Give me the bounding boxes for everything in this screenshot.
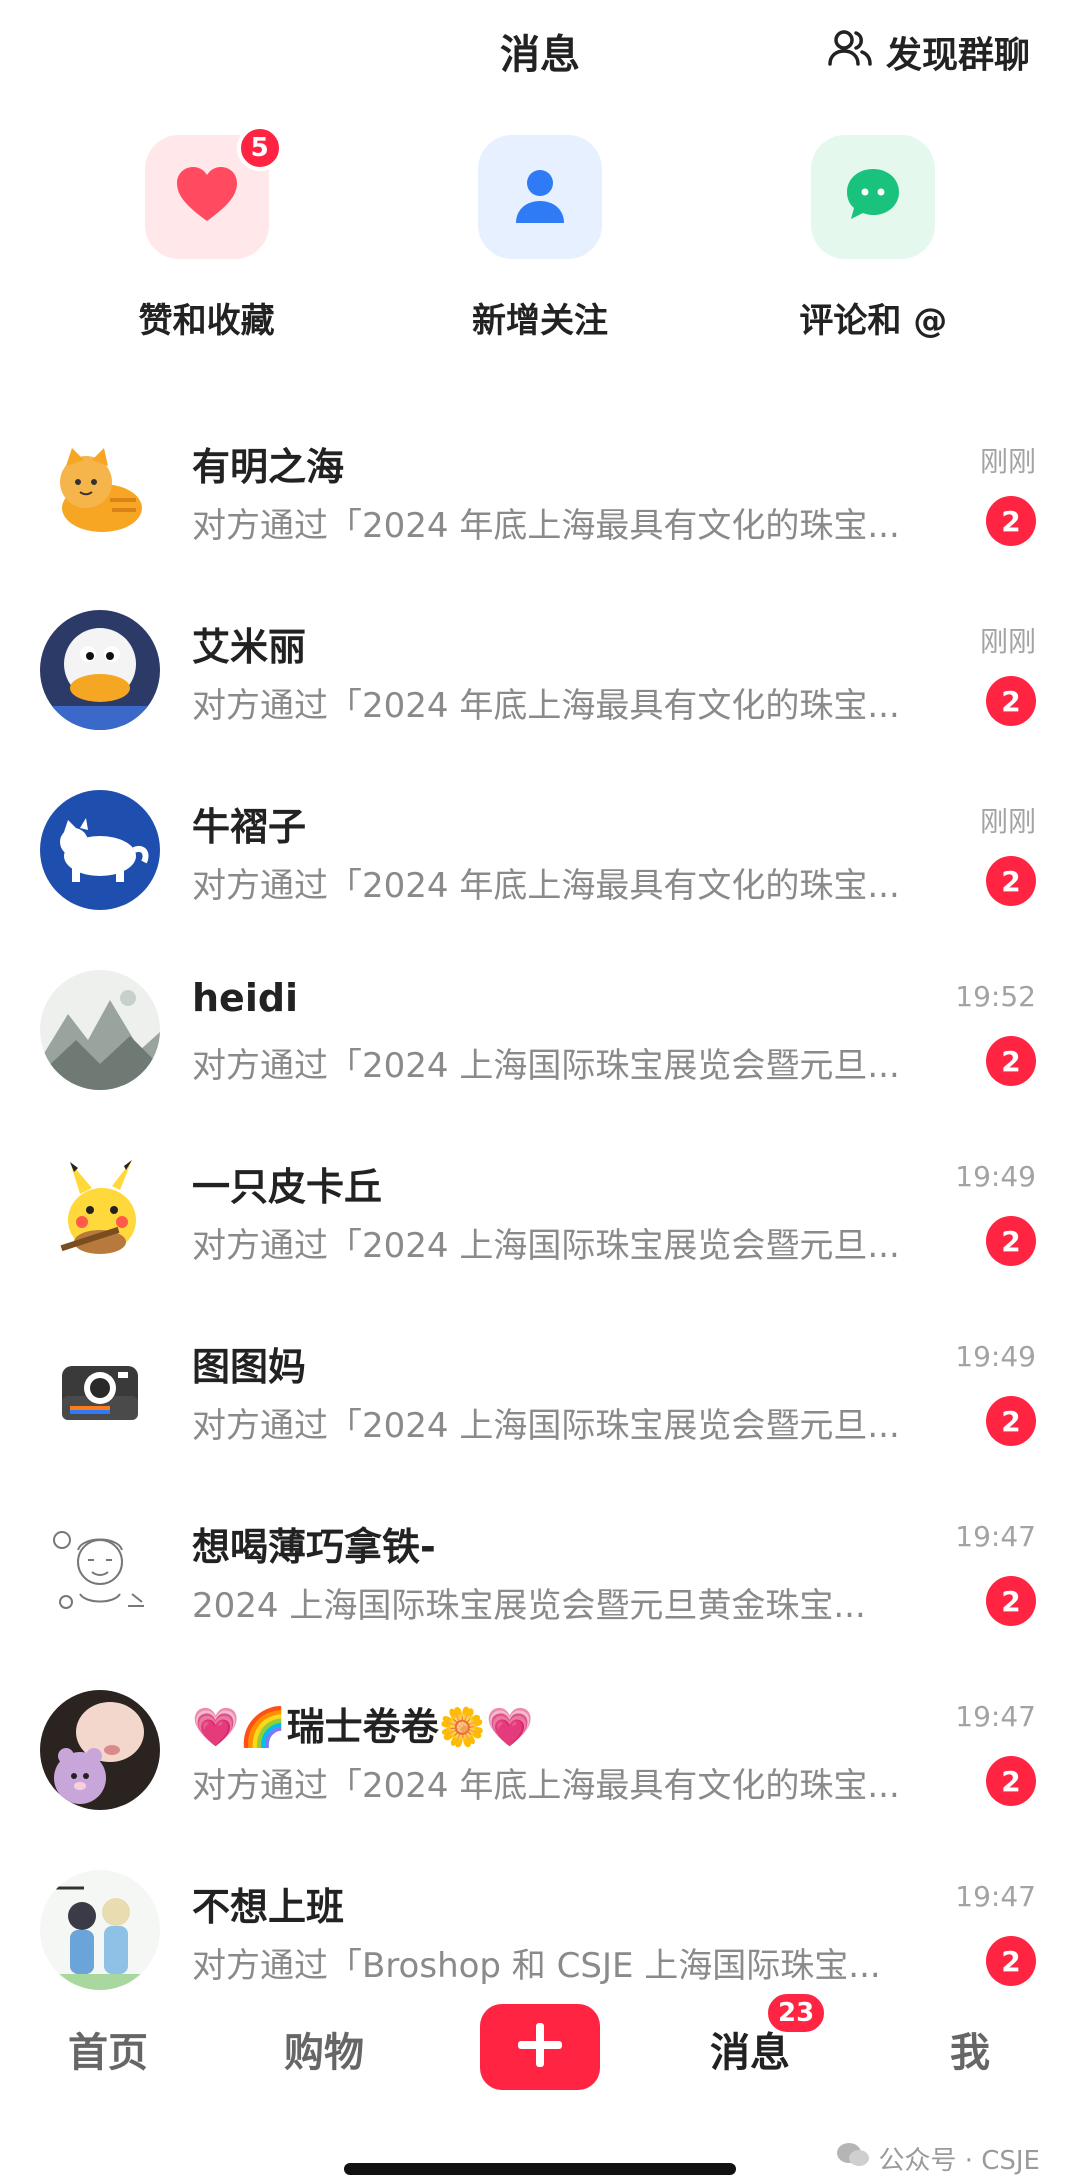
likes-icon-tile: 5 (144, 125, 283, 259)
message-row[interactable]: 一只皮卡丘 对方通过「2024 上海国际珠宝展览会暨元旦... 19:49 2 (0, 1120, 1080, 1300)
tab-home[interactable]: 首页 (68, 2020, 148, 2078)
plus-icon (514, 2019, 566, 2075)
comments-and-mentions-entry[interactable]: 评论和 @ (743, 135, 1003, 365)
message-list: 有明之海 对方通过「2024 年底上海最具有文化的珠宝... 刚刚 2 艾米丽 … (0, 400, 1080, 2020)
message-time: 19:47 (955, 1520, 1036, 1553)
unread-badge: 2 (986, 1216, 1036, 1266)
ink-landscape-avatar[interactable] (40, 970, 160, 1090)
message-preview: 对方通过「2024 年底上海最具有文化的珠宝... (192, 506, 900, 546)
unread-badge: 2 (986, 1756, 1036, 1806)
quick-actions: 5 赞和收藏 新增关注 评论和 @ (0, 125, 1080, 365)
contact-name: 不想上班 (192, 1885, 345, 1929)
orange-cat-avatar[interactable] (40, 430, 160, 550)
message-time: 19:49 (955, 1160, 1036, 1193)
unread-badge: 2 (986, 1396, 1036, 1446)
wechat-icon (836, 2141, 870, 2176)
messages-screen: 消息 发现群聊 5 赞和收藏 新增关注 评论和 @ 有明之海 对方通过「2024… (0, 0, 1080, 2180)
message-preview: 2024 上海国际珠宝展览会暨元旦黄金珠宝... (192, 1586, 866, 1626)
top-bar: 消息 发现群聊 (0, 0, 1080, 110)
watermark: 公众号 · CSJE (836, 2140, 1040, 2177)
anime-couple-avatar[interactable] (40, 1870, 160, 1990)
message-time: 19:49 (955, 1340, 1036, 1373)
unread-badge: 2 (986, 676, 1036, 726)
contact-name: 图图妈 (192, 1345, 307, 1389)
sketch-doodle-avatar[interactable] (40, 1510, 160, 1630)
message-time: 刚刚 (979, 445, 1036, 478)
message-preview: 对方通过「2024 年底上海最具有文化的珠宝... (192, 686, 900, 726)
message-preview: 对方通过「Broshop 和 CSJE 上海国际珠宝... (192, 1946, 881, 1986)
likes-label: 赞和收藏 (138, 301, 275, 341)
message-row[interactable]: 💗🌈瑞士卷卷🌼💗 对方通过「2024 年底上海最具有文化的珠宝... 19:47… (0, 1660, 1080, 1840)
camera-avatar[interactable] (40, 1330, 160, 1450)
message-time: 19:52 (955, 980, 1036, 1013)
unread-badge: 2 (986, 856, 1036, 906)
likes-and-favorites-entry[interactable]: 5 赞和收藏 (77, 125, 337, 365)
message-time: 刚刚 (979, 625, 1036, 658)
contact-name: 艾米丽 (192, 625, 307, 669)
contact-name: 有明之海 (192, 445, 345, 489)
message-preview: 对方通过「2024 年底上海最具有文化的珠宝... (192, 1766, 900, 1806)
group-people-icon (826, 24, 874, 81)
comments-label: 评论和 @ (799, 301, 948, 341)
message-time: 19:47 (955, 1880, 1036, 1913)
contact-name: heidi (192, 976, 299, 1020)
unread-badge: 2 (986, 1036, 1036, 1086)
message-preview: 对方通过「2024 上海国际珠宝展览会暨元旦... (192, 1406, 900, 1446)
girl-bear-hat-avatar[interactable] (40, 1690, 160, 1810)
contact-name: 想喝薄巧拿铁- (192, 1525, 436, 1569)
contact-name: 牛褶子 (192, 805, 307, 849)
message-row[interactable]: 有明之海 对方通过「2024 年底上海最具有文化的珠宝... 刚刚 2 (0, 400, 1080, 580)
tab-me[interactable]: 我 (950, 2020, 990, 2078)
watermark-text: 公众号 · CSJE (878, 2146, 1040, 2176)
message-time: 19:47 (955, 1700, 1036, 1733)
unread-badge: 2 (986, 1936, 1036, 1986)
tab-shopping[interactable]: 购物 (284, 2020, 364, 2078)
bottom-tab-bar: 首页 购物 消息 23 我 (0, 1990, 1080, 2130)
message-preview: 对方通过「2024 上海国际珠宝展览会暨元旦... (192, 1046, 900, 1086)
pikachu-guitar-avatar[interactable] (40, 1150, 160, 1270)
person-icon (504, 159, 576, 235)
message-time: 刚刚 (979, 805, 1036, 838)
message-row[interactable]: heidi 对方通过「2024 上海国际珠宝展览会暨元旦... 19:52 2 (0, 940, 1080, 1120)
message-preview: 对方通过「2024 年底上海最具有文化的珠宝... (192, 866, 900, 906)
comment-icon-tile (811, 135, 936, 259)
message-row[interactable]: 想喝薄巧拿铁- 2024 上海国际珠宝展览会暨元旦黄金珠宝... 19:47 2 (0, 1480, 1080, 1660)
message-row[interactable]: 艾米丽 对方通过「2024 年底上海最具有文化的珠宝... 刚刚 2 (0, 580, 1080, 760)
home-indicator (344, 2163, 736, 2175)
donald-duck-avatar[interactable] (40, 610, 160, 730)
message-row[interactable]: 图图妈 对方通过「2024 上海国际珠宝展览会暨元旦... 19:49 2 (0, 1300, 1080, 1480)
contact-name: 💗🌈瑞士卷卷🌼💗 (192, 1705, 534, 1749)
new-followers-label: 新增关注 (471, 301, 608, 341)
messages-tab-badge: 23 (764, 1990, 829, 2036)
contact-name: 一只皮卡丘 (192, 1165, 383, 1209)
publish-button[interactable] (480, 2004, 600, 2090)
unread-badge: 2 (986, 496, 1036, 546)
likes-badge: 5 (236, 125, 283, 171)
heart-icon (171, 159, 243, 235)
follow-icon-tile (477, 135, 602, 259)
unread-badge: 2 (986, 1576, 1036, 1626)
chat-bubble-icon (837, 159, 909, 235)
white-cat-blue-avatar[interactable] (40, 790, 160, 910)
message-row[interactable]: 牛褶子 对方通过「2024 年底上海最具有文化的珠宝... 刚刚 2 (0, 760, 1080, 940)
discover-group-chat-button[interactable]: 发现群聊 (826, 24, 1030, 80)
message-preview: 对方通过「2024 上海国际珠宝展览会暨元旦... (192, 1226, 900, 1266)
new-followers-entry[interactable]: 新增关注 (410, 135, 670, 365)
discover-group-chat-label: 发现群聊 (885, 35, 1030, 76)
